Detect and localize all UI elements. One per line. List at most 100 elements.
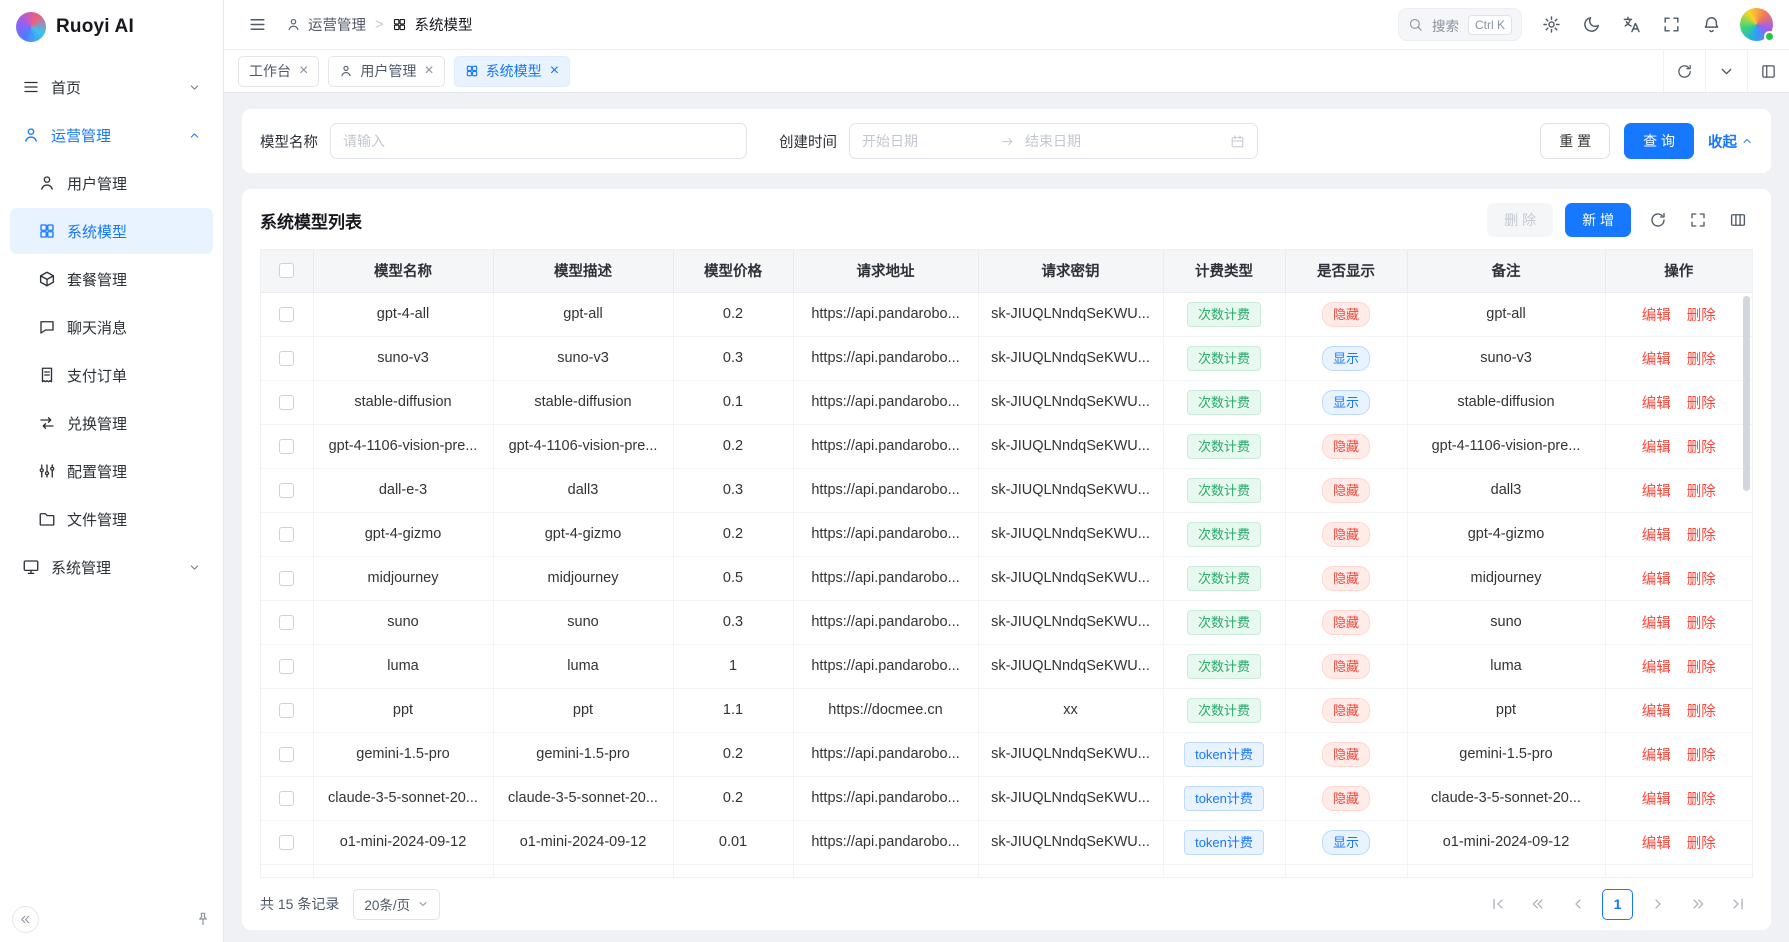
settings-button[interactable] — [1534, 8, 1568, 42]
date-range-picker[interactable]: 开始日期 结束日期 — [849, 123, 1258, 159]
theme-toggle-button[interactable] — [1574, 8, 1608, 42]
row-checkbox[interactable] — [279, 571, 294, 586]
edit-link[interactable]: 编辑 — [1642, 528, 1671, 544]
edit-link[interactable]: 编辑 — [1642, 440, 1671, 456]
prev-page-button[interactable] — [1562, 889, 1593, 920]
row-checkbox[interactable] — [279, 307, 294, 322]
fullscreen-button[interactable] — [1654, 8, 1688, 42]
column-settings-button[interactable] — [1723, 205, 1753, 235]
edit-link[interactable]: 编辑 — [1642, 396, 1671, 412]
row-checkbox[interactable] — [279, 747, 294, 762]
user-avatar[interactable] — [1740, 8, 1773, 41]
tab-close-icon[interactable]: × — [299, 63, 308, 79]
table-row: gpt-4-gizmogpt-4-gizmo0.2https://api.pan… — [261, 512, 1752, 556]
delete-link[interactable]: 删除 — [1687, 484, 1716, 500]
reset-button[interactable]: 重 置 — [1540, 123, 1610, 159]
delete-link[interactable]: 删除 — [1687, 836, 1716, 852]
edit-link[interactable]: 编辑 — [1642, 308, 1671, 324]
next-group-button[interactable] — [1682, 889, 1713, 920]
row-checkbox[interactable] — [279, 351, 294, 366]
breadcrumb-item-operations[interactable]: 运营管理 — [286, 14, 366, 35]
delete-link[interactable]: 删除 — [1687, 440, 1716, 456]
delete-button[interactable]: 删 除 — [1487, 203, 1553, 237]
row-checkbox[interactable] — [279, 791, 294, 806]
sidebar-item-file-management[interactable]: 文件管理 — [10, 496, 213, 542]
collapse-filters-link[interactable]: 收起 — [1708, 131, 1753, 152]
edit-link[interactable]: 编辑 — [1642, 616, 1671, 632]
delete-link[interactable]: 删除 — [1687, 528, 1716, 544]
logo[interactable]: Ruoyi AI — [0, 0, 223, 54]
search-input[interactable]: 搜索 Ctrl K — [1398, 8, 1522, 41]
add-button[interactable]: 新 增 — [1565, 203, 1631, 237]
refresh-table-button[interactable] — [1643, 205, 1673, 235]
menu-toggle-button[interactable] — [240, 8, 274, 42]
edit-link[interactable]: 编辑 — [1642, 748, 1671, 764]
delete-link[interactable]: 删除 — [1687, 660, 1716, 676]
first-page-button[interactable] — [1482, 889, 1513, 920]
page-1-button[interactable]: 1 — [1602, 889, 1633, 920]
row-checkbox[interactable] — [279, 483, 294, 498]
row-checkbox[interactable] — [279, 439, 294, 454]
search-button[interactable]: 查 询 — [1624, 123, 1694, 159]
model-name-input[interactable] — [330, 123, 747, 159]
exchange-icon — [38, 414, 56, 432]
edit-link[interactable]: 编辑 — [1642, 792, 1671, 808]
sidebar-item-user-management[interactable]: 用户管理 — [10, 160, 213, 206]
tab-label: 系统模型 — [486, 61, 542, 81]
row-checkbox[interactable] — [279, 527, 294, 542]
sidebar-item-package-management[interactable]: 套餐管理 — [10, 256, 213, 302]
tab-system-models[interactable]: 系统模型 × — [454, 56, 570, 87]
edit-link[interactable]: 编辑 — [1642, 352, 1671, 368]
table-scrollbar[interactable] — [1743, 296, 1750, 491]
sidebar-item-system-models[interactable]: 系统模型 — [10, 208, 213, 254]
sidebar-item-label: 聊天消息 — [67, 317, 127, 338]
delete-link[interactable]: 删除 — [1687, 572, 1716, 588]
breadcrumb-item-system-models[interactable]: 系统模型 — [392, 14, 472, 35]
delete-link[interactable]: 删除 — [1687, 792, 1716, 808]
operations-icon — [22, 126, 40, 144]
edit-link[interactable]: 编辑 — [1642, 660, 1671, 676]
select-all-checkbox[interactable] — [279, 263, 294, 278]
sidebar-item-redeem-management[interactable]: 兑换管理 — [10, 400, 213, 446]
edit-link[interactable]: 编辑 — [1642, 572, 1671, 588]
toggle-content-panel-button[interactable] — [1747, 50, 1789, 92]
tab-options-button[interactable] — [1705, 50, 1747, 92]
page-size-select[interactable]: 20条/页 — [353, 889, 440, 920]
moon-icon — [1582, 15, 1601, 34]
delete-link[interactable]: 删除 — [1687, 396, 1716, 412]
last-page-button[interactable] — [1722, 889, 1753, 920]
delete-link[interactable]: 删除 — [1687, 616, 1716, 632]
language-button[interactable] — [1614, 8, 1648, 42]
sidebar-item-operations[interactable]: 运营管理 — [10, 112, 213, 158]
sidebar-item-config-management[interactable]: 配置管理 — [10, 448, 213, 494]
delete-link[interactable]: 删除 — [1687, 352, 1716, 368]
tab-user-management[interactable]: 用户管理× — [328, 56, 444, 87]
row-checkbox[interactable] — [279, 835, 294, 850]
tab-workbench[interactable]: 工作台× — [238, 56, 319, 87]
prev-group-button[interactable] — [1522, 889, 1553, 920]
edit-link[interactable]: 编辑 — [1642, 836, 1671, 852]
tab-close-icon[interactable]: × — [550, 63, 559, 79]
edit-link[interactable]: 编辑 — [1642, 484, 1671, 500]
sidebar-item-home[interactable]: 首页 — [10, 64, 213, 110]
table-fullscreen-button[interactable] — [1683, 205, 1713, 235]
notifications-button[interactable] — [1694, 8, 1728, 42]
refresh-page-button[interactable] — [1663, 50, 1705, 92]
row-checkbox[interactable] — [279, 615, 294, 630]
cell-request-key: sk-JIUQLNndqSeKWU... — [978, 292, 1163, 336]
edit-link[interactable]: 编辑 — [1642, 704, 1671, 720]
delete-link[interactable]: 删除 — [1687, 748, 1716, 764]
row-checkbox[interactable] — [279, 659, 294, 674]
sidebar-item-system[interactable]: 系统管理 — [10, 544, 213, 590]
next-page-button[interactable] — [1642, 889, 1673, 920]
row-checkbox[interactable] — [279, 395, 294, 410]
sidebar-item-payment-orders[interactable]: 支付订单 — [10, 352, 213, 398]
delete-link[interactable]: 删除 — [1687, 308, 1716, 324]
cell-model-name: gemini-1.5-pro — [313, 732, 493, 776]
tab-close-icon[interactable]: × — [424, 63, 433, 79]
sidebar-item-chat-messages[interactable]: 聊天消息 — [10, 304, 213, 350]
sidebar-collapse-button[interactable] — [12, 906, 39, 933]
delete-link[interactable]: 删除 — [1687, 704, 1716, 720]
sidebar-pin-button[interactable] — [195, 911, 211, 927]
row-checkbox[interactable] — [279, 703, 294, 718]
